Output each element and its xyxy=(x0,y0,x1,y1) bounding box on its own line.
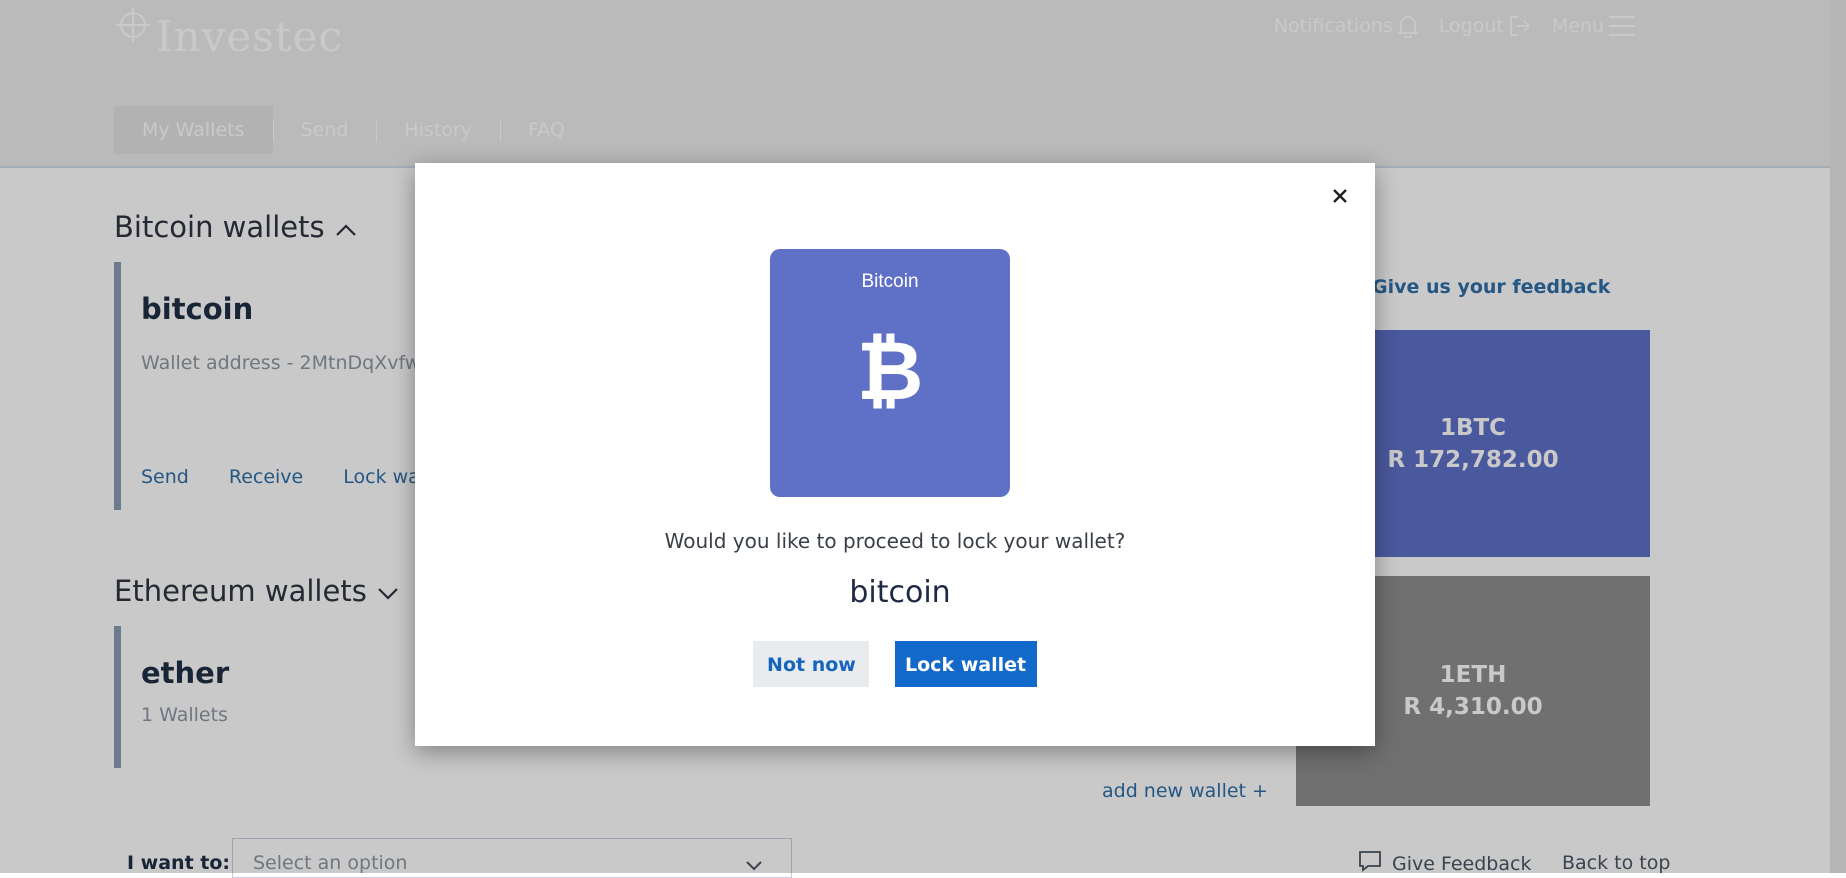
bitcoin-icon: ₿ xyxy=(856,324,924,419)
lock-confirmation-question: Would you like to proceed to lock your w… xyxy=(664,529,1126,553)
close-modal-button[interactable] xyxy=(1325,183,1355,213)
coin-name: Bitcoin xyxy=(861,271,919,292)
lock-wallet-button[interactable]: Lock wallet xyxy=(894,641,1037,687)
not-now-button[interactable]: Not now xyxy=(753,641,870,687)
bitcoin-coin-card: Bitcoin ₿ xyxy=(770,249,1010,497)
modal-actions: Not now Lock wallet xyxy=(415,641,1375,687)
close-icon xyxy=(1332,188,1348,208)
modal-wallet-name: bitcoin xyxy=(849,575,951,610)
lock-wallet-modal: Bitcoin ₿ Would you like to proceed to l… xyxy=(415,163,1375,746)
